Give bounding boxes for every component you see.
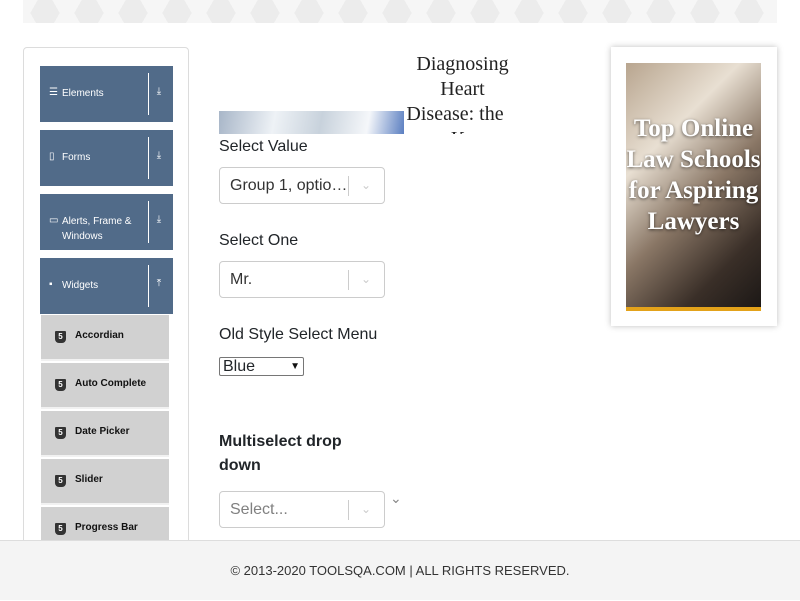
article-thumbnail[interactable] bbox=[219, 111, 404, 134]
upload-arrow-icon[interactable]: ⤒ bbox=[154, 278, 164, 289]
html5-icon: 5 bbox=[55, 523, 66, 535]
sidebar-group-label: Alerts, Frame & Windows bbox=[62, 216, 132, 242]
sidebar-item-accordian[interactable]: 5 Accordian bbox=[41, 315, 169, 361]
sidebar-item-auto-complete[interactable]: 5 Auto Complete bbox=[41, 363, 169, 409]
html5-icon: 5 bbox=[55, 427, 66, 439]
multiselect-placeholder: Select... bbox=[230, 501, 288, 518]
sidebar-group-elements[interactable]: ☰ Elements ⤓ bbox=[40, 66, 173, 122]
sidebar-item-label: Auto Complete bbox=[75, 378, 147, 389]
sidebar-group-label: Widgets bbox=[62, 280, 99, 291]
html5-icon: 5 bbox=[55, 379, 66, 391]
sidebar-item-label: Progress Bar bbox=[75, 522, 138, 533]
footer: © 2013-2020 TOOLSQA.COM | ALL RIGHTS RES… bbox=[0, 540, 800, 600]
side-ad[interactable]: Top Online Law Schools for Aspiring Lawy… bbox=[611, 47, 777, 326]
chevron-down-icon: ▼ bbox=[290, 361, 300, 372]
sidebar-group-widgets[interactable]: ▪ Widgets ⤒ bbox=[40, 258, 173, 314]
html5-icon: 5 bbox=[55, 475, 66, 487]
document-icon: ▯ bbox=[49, 151, 55, 162]
select-value-dropdown[interactable]: Group 1, option 1 ⌄ bbox=[219, 167, 385, 204]
html5-icon: 5 bbox=[55, 331, 66, 343]
download-arrow-icon[interactable]: ⤓ bbox=[154, 214, 164, 225]
grid-icon: ▪ bbox=[49, 279, 53, 290]
multiselect-label: Multiselect drop down bbox=[219, 433, 342, 474]
old-style-select-menu[interactable]: Blue ▼ bbox=[219, 357, 304, 376]
window-icon: ▭ bbox=[49, 215, 59, 226]
article-title[interactable]: Diagnosing Heart Disease: the 8 Ke bbox=[404, 52, 509, 134]
sidebar-group-forms[interactable]: ▯ Forms ⤓ bbox=[40, 130, 173, 186]
sidebar-item-label: Date Picker bbox=[75, 426, 130, 437]
footer-copyright: © 2013-2020 TOOLSQA.COM | ALL RIGHTS RES… bbox=[230, 563, 570, 578]
sidebar-group-label: Forms bbox=[62, 152, 91, 163]
article-ad[interactable]: Diagnosing Heart Disease: the 8 Ke bbox=[219, 48, 509, 134]
chevron-down-icon[interactable]: ⌄ bbox=[358, 501, 374, 517]
top-banner-ad[interactable] bbox=[23, 0, 777, 23]
sidebar-item-label: Accordian bbox=[75, 330, 124, 341]
download-arrow-icon[interactable]: ⤓ bbox=[154, 150, 164, 161]
select-value-current: Group 1, option 1 bbox=[230, 177, 348, 194]
chevron-down-icon[interactable]: ⌄ bbox=[358, 177, 374, 193]
old-style-select-value: Blue bbox=[223, 358, 256, 375]
sidebar-group-alerts-frame-windows[interactable]: ▭ Alerts, Frame & Windows ⤓ bbox=[40, 194, 173, 250]
sidebar-group-label: Elements bbox=[62, 88, 104, 99]
select-one-label: Select One bbox=[219, 232, 299, 249]
sidebar: ☰ Elements ⤓ ▯ Forms ⤓ ▭ Alerts, Frame &… bbox=[23, 47, 189, 567]
multiselect-dropdown[interactable]: Select... ⌄ bbox=[219, 491, 385, 528]
select-one-dropdown[interactable]: Mr. ⌄ bbox=[219, 261, 385, 298]
list-icon: ☰ bbox=[49, 87, 58, 98]
ad-title[interactable]: Top Online Law Schools for Aspiring Lawy… bbox=[626, 113, 761, 237]
chevron-down-icon[interactable]: ⌄ bbox=[390, 490, 402, 507]
sidebar-item-slider[interactable]: 5 Slider bbox=[41, 459, 169, 505]
sidebar-item-date-picker[interactable]: 5 Date Picker bbox=[41, 411, 169, 457]
select-one-current: Mr. bbox=[230, 271, 253, 288]
ad-image[interactable]: Top Online Law Schools for Aspiring Lawy… bbox=[626, 63, 761, 311]
chevron-down-icon[interactable]: ⌄ bbox=[358, 271, 374, 287]
select-value-label: Select Value bbox=[219, 138, 308, 155]
old-style-select-label: Old Style Select Menu bbox=[219, 326, 378, 343]
download-arrow-icon[interactable]: ⤓ bbox=[154, 86, 164, 97]
sidebar-item-label: Slider bbox=[75, 474, 103, 485]
